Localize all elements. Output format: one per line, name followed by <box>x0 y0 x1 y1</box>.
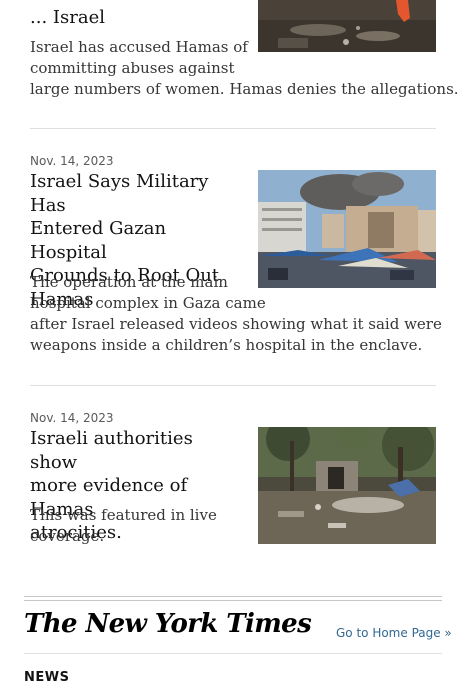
summary-line: This was featured in live <box>30 506 217 524</box>
article-headline[interactable]: ... Israel <box>30 6 240 30</box>
summary-line: large numbers of women. Hamas denies the… <box>30 80 459 98</box>
summary-line: hospital complex in Gaza came <box>30 294 266 312</box>
footer-divider <box>24 653 442 654</box>
article-summary: This was featured in live coverage. <box>30 505 217 547</box>
article-date: Nov. 14, 2023 <box>30 154 114 168</box>
summary-line: coverage. <box>30 527 105 545</box>
summary-line: weapons inside a children’s hospital in … <box>30 336 423 354</box>
summary-line: after Israel released videos showing wha… <box>30 315 442 333</box>
article-date: Nov. 14, 2023 <box>30 411 114 425</box>
headline-line: Israel Says Military Has <box>30 171 209 216</box>
section-label-news: NEWS <box>24 670 70 685</box>
article-thumbnail[interactable] <box>258 0 436 52</box>
go-to-home-page-link[interactable]: Go to Home Page » <box>336 626 452 640</box>
summary-line: committing abuses against <box>30 59 235 77</box>
article-thumbnail[interactable] <box>258 427 436 544</box>
headline-line: Entered Gazan Hospital <box>30 218 167 263</box>
article-divider <box>30 385 436 386</box>
article-divider <box>30 128 436 129</box>
headline-line: ... Israel <box>30 7 105 28</box>
nyt-logo[interactable]: The New York Times <box>24 609 312 639</box>
headline-line: Israeli authorities show <box>30 428 193 473</box>
article-thumbnail[interactable] <box>258 170 436 288</box>
footer-rule <box>24 596 442 601</box>
